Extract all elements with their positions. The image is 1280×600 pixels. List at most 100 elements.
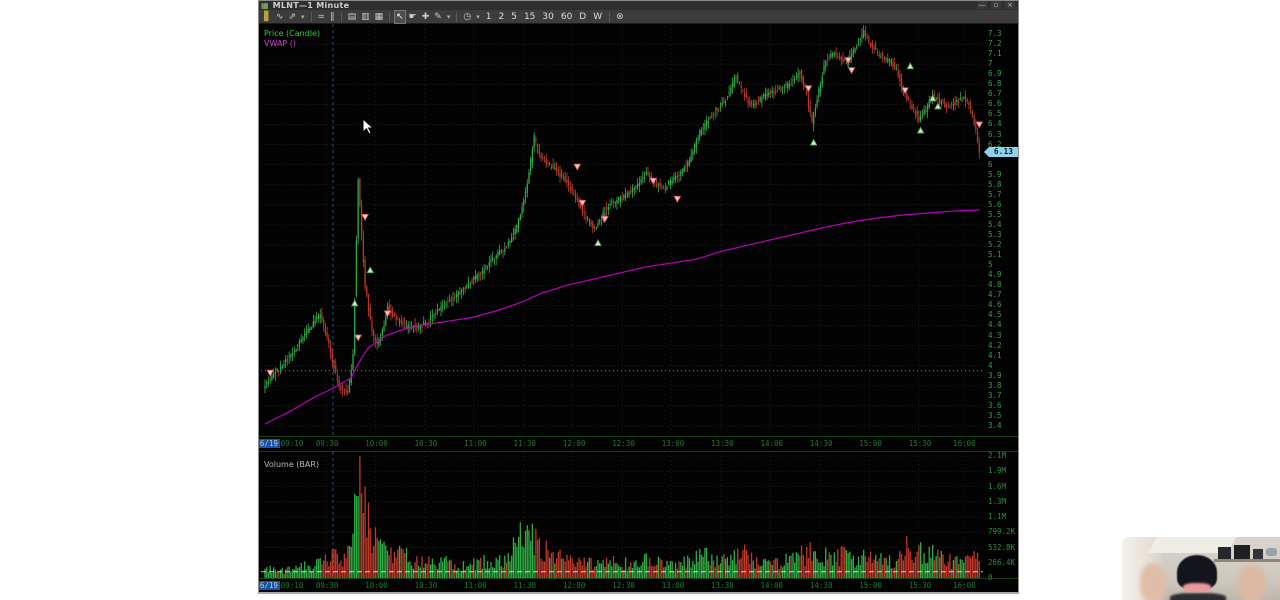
price-tick-label: 4.9: [988, 270, 1002, 280]
timeframe-week-button[interactable]: W: [591, 12, 604, 22]
price-tick-label: 5.1: [988, 250, 1002, 260]
volume-axis: 2.1M1.9M1.6M1.3M1.1M799.2K532.8K266.4K0: [986, 452, 1018, 584]
webcam-shelf-item: [1234, 545, 1250, 559]
price-tick-label: 5.5: [988, 209, 1002, 219]
timeframe-15-button[interactable]: 15: [522, 12, 537, 22]
mouse-cursor-icon: [362, 118, 375, 135]
buy-marker: [594, 239, 602, 247]
candlestick-chart-icon[interactable]: ▋: [263, 11, 272, 23]
close-chart-icon[interactable]: ⊗: [615, 11, 625, 23]
vertical-grid-icon[interactable]: ‖: [329, 11, 336, 23]
price-legend: Price (Candle): [264, 29, 321, 38]
time-tick-label: 16:00: [953, 439, 976, 448]
webcam-shoulders: [1170, 593, 1226, 600]
volume-tick-label: 532.8K: [988, 542, 1016, 552]
sell-marker: [361, 213, 369, 221]
time-tick-label: 13:30: [711, 439, 734, 448]
draw-tool-icon[interactable]: ✎: [433, 11, 443, 23]
time-tick-label: 14:00: [760, 581, 784, 590]
layout-grid-icon-1[interactable]: ▤: [347, 11, 358, 23]
trade-markers: [266, 57, 984, 377]
price-tick-label: 5.8: [988, 179, 1002, 189]
webcam-shelf-item: [1253, 549, 1263, 559]
price-tick-label: 5.7: [988, 189, 1002, 199]
price-tick-label: 5.3: [988, 230, 1002, 240]
time-tick-label: 11:00: [464, 439, 487, 448]
price-tick-label: 5.4: [988, 219, 1002, 229]
price-tick-label: 7.3: [988, 29, 1002, 39]
price-tick-label: 7.2: [988, 39, 1002, 49]
trading-chart-window: ▦ MLNT—1 Minute — ▫ × ▋ ∿ ⇗ ▾ = ‖ ▤ ▥ ▦ ↖ ☛ ✚ ✎ ▾ ◷ ▾ 1 2…: [258, 0, 1019, 594]
last-price-value: 6.13: [989, 146, 1018, 157]
time-tick-label: 15:00: [859, 581, 882, 590]
time-tick-label: 14:30: [809, 439, 833, 448]
price-tick-label: 4.6: [988, 300, 1002, 310]
timeframe-60-button[interactable]: 60: [559, 12, 574, 22]
buy-marker: [933, 102, 942, 110]
desktop-background: ▦ MLNT—1 Minute — ▫ × ▋ ∿ ⇗ ▾ = ‖ ▤ ▥ ▦ ↖ ☛ ✚ ✎ ▾ ◷ ▾ 1 2…: [0, 0, 1280, 600]
price-tick-label: 4.5: [988, 310, 1002, 320]
layout-grid-icon-3[interactable]: ▦: [374, 11, 385, 23]
interval-dropdown-icon[interactable]: ▾: [475, 11, 481, 23]
panel-separator: [259, 436, 1018, 437]
volume-legend: Volume (BAR): [264, 460, 320, 469]
time-tick-label: 14:00: [760, 439, 784, 448]
timeframe-5-button[interactable]: 5: [509, 12, 519, 22]
time-tick-label: 14:30: [809, 581, 833, 590]
time-tick-label: 13:00: [661, 439, 685, 448]
layout-grid-icon-2[interactable]: ▥: [360, 11, 371, 23]
time-tick-label: 10:00: [365, 581, 388, 590]
price-tick-label: 6.5: [988, 109, 1002, 119]
line-chart-icon[interactable]: ∿: [275, 11, 285, 23]
time-tick-label: 12:00: [562, 581, 586, 590]
pan-tool-icon[interactable]: ☛: [408, 11, 418, 23]
time-tick-label: 16:00: [953, 581, 976, 590]
price-tick-label: 3.7: [988, 390, 1002, 400]
maximize-button[interactable]: ▫: [991, 1, 1001, 9]
timeframe-2-button[interactable]: 2: [496, 12, 506, 22]
timeframe-30-button[interactable]: 30: [540, 12, 555, 22]
date-label: 6/19: [259, 439, 280, 448]
close-button[interactable]: ×: [1005, 1, 1015, 9]
volume-tick-label: 2.1M: [988, 451, 1007, 460]
volume-tick-label: 1.6M: [988, 481, 1007, 491]
price-tick-label: 5.9: [988, 169, 1002, 179]
price-tick-label: 4.7: [988, 290, 1002, 300]
price-tick-label: 3.6: [988, 400, 1002, 410]
webcam-overlay: [1122, 537, 1280, 600]
volume-bar-chart[interactable]: [261, 452, 985, 584]
price-tick-label: 4.1: [988, 350, 1002, 360]
horizontal-grid-icon[interactable]: =: [317, 11, 327, 23]
toolbar-separator: [456, 11, 458, 22]
sell-marker: [847, 67, 856, 75]
time-tick-label: 09:30: [315, 581, 339, 590]
minimize-button[interactable]: —: [977, 1, 987, 9]
price-tick-label: 7.1: [988, 49, 1002, 59]
last-price-tag: 6.13: [984, 146, 1018, 157]
buy-marker: [809, 138, 818, 146]
crosshair-tool-icon[interactable]: ✚: [421, 11, 431, 23]
time-tick-label: 12:30: [612, 439, 635, 448]
chart-style-dropdown-icon[interactable]: ▾: [300, 11, 306, 23]
timeframe-1-button[interactable]: 1: [484, 12, 494, 22]
price-tick-label: 6.3: [988, 129, 1002, 139]
price-candlestick-chart[interactable]: [261, 24, 985, 436]
price-tick-label: 5: [988, 260, 993, 270]
price-tick-label: 6.9: [988, 69, 1002, 79]
indicators-icon[interactable]: ⇗: [287, 11, 297, 23]
interval-clock-icon[interactable]: ◷: [462, 11, 472, 23]
window-controls: — ▫ ×: [977, 1, 1015, 9]
time-tick-label: 15:00: [859, 439, 882, 448]
time-axis-price-panel: 6/19 09:10 09:30 10:00 10:30 11:00 11:30 12:00 1…: [259, 437, 985, 450]
window-titlebar[interactable]: ▦ MLNT—1 Minute — ▫ ×: [259, 1, 1018, 10]
cursor-tool-icon[interactable]: ↖: [394, 9, 406, 24]
price-tick-label: 6.7: [988, 89, 1002, 99]
time-tick-label: 11:00: [464, 581, 487, 590]
sell-marker: [573, 163, 582, 171]
draw-dropdown-icon[interactable]: ▾: [446, 11, 452, 23]
timeframe-day-button[interactable]: D: [577, 12, 588, 22]
sell-marker: [354, 334, 363, 342]
date-label: 6/19: [259, 581, 280, 590]
price-tick-label: 4.8: [988, 280, 1002, 290]
price-tick-label: 5.2: [988, 240, 1002, 250]
